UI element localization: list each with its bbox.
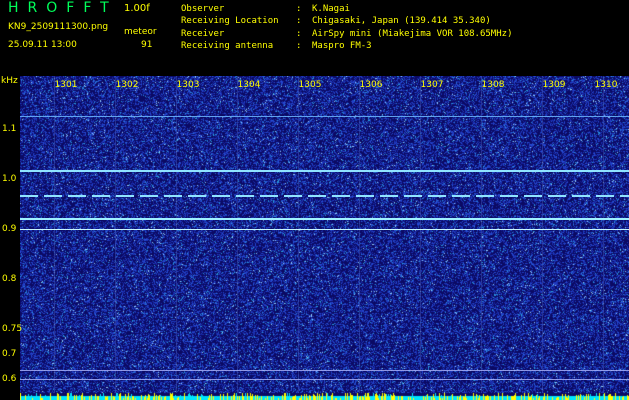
x-tick-label: 1307	[420, 80, 444, 90]
info-row-observer: Observer : K.Nagai	[181, 3, 512, 15]
info-separator: :	[296, 4, 302, 14]
info-key: Receiving antenna	[181, 40, 274, 51]
info-row-receiver: Receiver : AirSpy mini (Miakejima VOR 10…	[181, 28, 512, 40]
minute-gridline	[359, 76, 360, 393]
carrier-line	[20, 218, 629, 220]
info-separator: :	[296, 28, 302, 39]
info-value: Maspro FM-3	[312, 40, 372, 51]
minute-gridline	[481, 76, 482, 393]
y-axis-unit: kHz	[1, 76, 18, 86]
x-tick-label: 1306	[359, 80, 383, 90]
x-tick-label: 1301	[54, 80, 78, 90]
carrier-line	[20, 195, 629, 197]
observation-datetime: 25.09.11 13:00	[8, 40, 77, 50]
x-tick-label: 1310	[594, 80, 618, 90]
info-key: Observer	[181, 4, 225, 14]
carrier-line	[20, 379, 629, 380]
y-tick-label: 0.9	[2, 224, 17, 234]
app-brand: HROFFT	[8, 0, 118, 16]
info-row-antenna: Receiving antenna : Maspro FM-3	[181, 40, 512, 52]
info-row-location: Receiving Location : Chigasaki, Japan (1…	[181, 15, 512, 27]
carrier-line	[20, 116, 629, 117]
y-tick-label: 1.1	[2, 124, 17, 134]
carrier-line	[20, 229, 629, 230]
spectrogram-plot	[20, 76, 629, 400]
minute-gridline	[542, 76, 543, 393]
x-tick-label: 1305	[298, 80, 322, 90]
header-panel: HROFFT 1.00f KN9_2509111300.png meteor 2…	[0, 0, 629, 76]
x-tick-label: 1308	[481, 80, 505, 90]
carrier-line	[20, 370, 629, 371]
meteor-count: 91	[141, 40, 153, 50]
info-separator: :	[296, 40, 302, 51]
minute-gridline	[54, 76, 55, 393]
x-tick-label: 1309	[542, 80, 566, 90]
app-version: 1.00f	[124, 3, 150, 14]
y-tick-label: 1.0	[2, 174, 17, 184]
minute-gridline	[298, 76, 299, 393]
info-value: K.Nagai	[312, 4, 350, 14]
minute-gridline	[176, 76, 177, 393]
minute-gridline	[603, 76, 604, 393]
info-value: Chigasaki, Japan (139.414 35.340)	[312, 16, 491, 27]
y-tick-label: 0.6	[2, 374, 17, 384]
info-separator: :	[296, 16, 302, 27]
minute-gridline	[237, 76, 238, 393]
file-name: KN9_2509111300.png	[8, 22, 109, 32]
info-value: AirSpy mini (Miakejima VOR 108.65MHz)	[312, 28, 513, 39]
info-key: Receiver	[181, 28, 225, 39]
y-tick-label: 0.8	[2, 274, 17, 284]
minute-gridline	[420, 76, 421, 393]
carrier-line	[20, 170, 629, 172]
minute-gridline	[115, 76, 116, 393]
x-tick-label: 1304	[237, 80, 261, 90]
hrofft-window: HROFFT 1.00f KN9_2509111300.png meteor 2…	[0, 0, 629, 400]
x-tick-label: 1302	[115, 80, 139, 90]
y-tick-label: 0.7	[2, 349, 17, 359]
station-info: Observer : K.Nagai Receiving Location : …	[181, 3, 512, 52]
spectrogram-noise	[20, 76, 629, 400]
meteor-label: meteor	[124, 27, 157, 37]
y-tick-label: 0.75	[2, 324, 23, 334]
x-tick-label: 1303	[176, 80, 200, 90]
info-key: Receiving Location	[181, 16, 279, 27]
